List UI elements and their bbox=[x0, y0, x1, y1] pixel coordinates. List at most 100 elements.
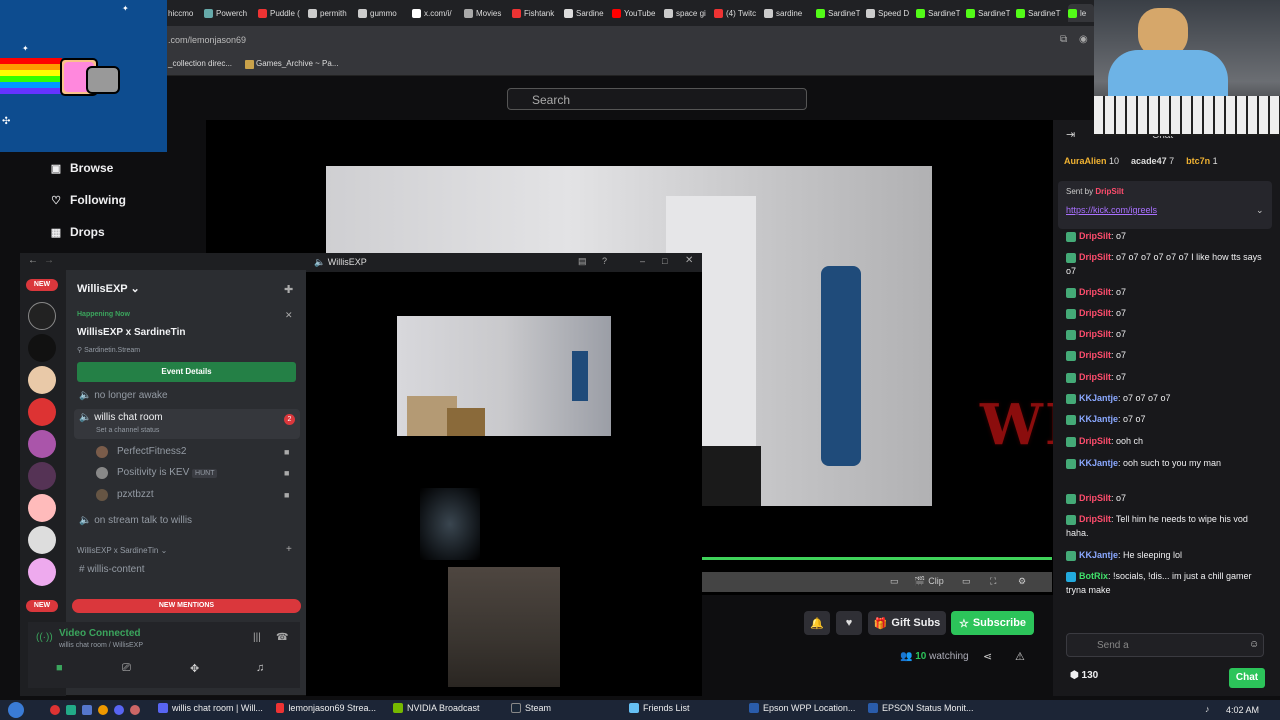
taskbar-item[interactable]: EPSON Status Monit... bbox=[868, 703, 980, 713]
gift-subs-button[interactable]: 🎁 Gift Subs bbox=[868, 611, 946, 635]
server-icon[interactable] bbox=[28, 334, 56, 362]
chat-user[interactable]: DripSilt bbox=[1079, 287, 1111, 297]
screenshot-icon[interactable]: ◉ bbox=[1079, 34, 1088, 45]
browser-tab[interactable]: Speed D bbox=[866, 4, 912, 22]
activities-icon[interactable]: ✥ bbox=[190, 662, 199, 675]
channel-points[interactable]: ⬢ 130 bbox=[1070, 670, 1098, 681]
nav-following[interactable]: ♡ Following bbox=[50, 193, 126, 207]
taskbar-item[interactable]: NVIDIA Broadcast bbox=[393, 703, 493, 713]
disconnect-icon[interactable]: ☎ bbox=[276, 632, 288, 643]
bookmark[interactable]: _collection direc... bbox=[168, 59, 232, 68]
chevron-down-icon[interactable]: ⌄ bbox=[1256, 205, 1264, 216]
participant-camera[interactable] bbox=[397, 316, 611, 436]
back-icon[interactable]: ← bbox=[28, 255, 38, 266]
server-icon[interactable] bbox=[28, 366, 56, 394]
new-mentions-bar[interactable]: NEW MENTIONS bbox=[72, 599, 301, 613]
inbox-icon[interactable]: ▤ bbox=[578, 256, 587, 267]
taskbar-item[interactable]: Friends List bbox=[629, 703, 729, 713]
channel-status[interactable]: Set a channel status bbox=[96, 427, 159, 434]
voice-member[interactable]: PerfectFitness2 bbox=[96, 446, 186, 458]
server-icon[interactable] bbox=[28, 558, 56, 586]
chat-user[interactable]: DripSilt bbox=[1079, 231, 1111, 241]
text-channel[interactable]: # willis-content bbox=[79, 564, 145, 575]
gifter[interactable]: btc7n 1 bbox=[1186, 156, 1218, 166]
chat-user[interactable]: KKJantje bbox=[1079, 393, 1118, 403]
browser-tab[interactable]: sardine bbox=[764, 4, 808, 22]
emote-picker-icon[interactable]: ☺ bbox=[1249, 639, 1259, 650]
notifications-button[interactable]: 🔔 bbox=[804, 611, 830, 635]
browser-tab[interactable]: Movies bbox=[464, 4, 508, 22]
nav-browse[interactable]: ▣ Browse bbox=[50, 161, 114, 175]
voice-channel[interactable]: 🔈 willis chat room bbox=[79, 412, 163, 423]
app-icon[interactable] bbox=[50, 705, 60, 715]
browser-tab[interactable]: YouTube bbox=[612, 4, 658, 22]
chat-user[interactable]: DripSilt bbox=[1079, 436, 1111, 446]
app-icon[interactable] bbox=[82, 705, 92, 715]
browser-tab[interactable]: SardineT bbox=[966, 4, 1010, 22]
chat-user[interactable]: DripSilt bbox=[1079, 514, 1111, 524]
soundboard-icon[interactable]: ♫ bbox=[256, 662, 264, 674]
browser-tab[interactable]: space gi bbox=[664, 4, 706, 22]
chat-input[interactable]: Send a ☺ bbox=[1066, 633, 1264, 657]
add-channel-icon[interactable]: + bbox=[286, 544, 292, 555]
maximize-icon[interactable]: □ bbox=[662, 256, 667, 266]
browser-tab[interactable]: (4) Twitc bbox=[714, 4, 760, 22]
minimize-icon[interactable]: – bbox=[640, 256, 645, 266]
app-icon[interactable] bbox=[98, 705, 108, 715]
taskbar-item[interactable]: Steam bbox=[511, 703, 611, 713]
settings-gear-icon[interactable]: ⚙ bbox=[1018, 576, 1026, 587]
browser-tab[interactable]: SardineT bbox=[1016, 4, 1064, 22]
browser-tab[interactable]: Sardine bbox=[564, 4, 608, 22]
follow-button[interactable]: ♥ bbox=[836, 611, 862, 635]
chat-user[interactable]: BotRix bbox=[1079, 571, 1108, 581]
theatre-icon[interactable]: ▭ bbox=[890, 576, 899, 587]
search-input[interactable]: Search bbox=[507, 88, 807, 110]
add-member-icon[interactable]: ✚ bbox=[284, 283, 293, 296]
gifter[interactable]: acade47 7 bbox=[1131, 156, 1174, 166]
participant-camera[interactable] bbox=[420, 488, 480, 560]
help-icon[interactable]: ? bbox=[602, 256, 607, 266]
browser-tab[interactable]: SardineT bbox=[916, 4, 960, 22]
voice-member[interactable]: pzxtbzzt bbox=[96, 489, 154, 501]
voice-channel[interactable]: 🔈 on stream talk to willis bbox=[79, 515, 192, 526]
video-connected-label[interactable]: Video Connected bbox=[59, 628, 141, 639]
fullscreen-icon[interactable]: ⛶ bbox=[990, 576, 996, 587]
forward-icon[interactable]: → bbox=[44, 255, 54, 266]
volume-icon[interactable]: ♪ bbox=[1205, 704, 1210, 714]
address-text[interactable]: .com/lemonjason69 bbox=[168, 35, 246, 45]
start-button-icon[interactable] bbox=[8, 702, 24, 718]
report-icon[interactable]: ⚠ bbox=[1015, 650, 1025, 663]
browser-tab[interactable]: permith bbox=[308, 4, 354, 22]
chat-user[interactable]: DripSilt bbox=[1079, 350, 1111, 360]
share-icon[interactable]: ⧉ bbox=[1060, 34, 1067, 45]
nav-drops[interactable]: ▦ Drops bbox=[50, 225, 105, 239]
chat-send-button[interactable]: Chat bbox=[1229, 668, 1265, 688]
browser-tab-active[interactable]: le bbox=[1068, 4, 1094, 22]
subscribe-button[interactable]: ☆ Subscribe bbox=[951, 611, 1034, 635]
event-details-button[interactable]: Event Details bbox=[77, 362, 296, 382]
browser-tab[interactable]: SardineT bbox=[816, 4, 860, 22]
voice-channel[interactable]: 🔈 no longer awake bbox=[79, 390, 168, 401]
chat-user[interactable]: DripSilt bbox=[1079, 493, 1111, 503]
app-icon[interactable] bbox=[66, 705, 76, 715]
clip-button[interactable]: 🎬 Clip bbox=[914, 576, 944, 587]
chat-user[interactable]: KKJantje bbox=[1079, 458, 1118, 468]
gifter[interactable]: AuraAlien 10 bbox=[1064, 156, 1119, 166]
bookmark[interactable]: Games_Archive ~ Pa... bbox=[256, 59, 338, 68]
progress-bar[interactable] bbox=[702, 557, 1052, 560]
taskbar-item[interactable]: Epson WPP Location... bbox=[749, 703, 861, 713]
server-name[interactable]: WillisEXP ⌄ bbox=[77, 282, 140, 295]
miniplayer-icon[interactable]: ▭ bbox=[962, 576, 971, 587]
participant-camera[interactable] bbox=[448, 567, 560, 687]
address-bar[interactable]: .com/lemonjason69 ⧉ ◉ bbox=[0, 26, 1280, 54]
browser-tab[interactable]: hiccmo bbox=[168, 4, 200, 22]
browser-tab[interactable]: Powerch bbox=[204, 4, 254, 22]
taskbar-item[interactable]: lemonjason69 Strea... bbox=[276, 703, 376, 713]
chat-user[interactable]: DripSilt bbox=[1079, 252, 1111, 262]
server-icon[interactable] bbox=[28, 526, 56, 554]
chat-user[interactable]: DripSilt bbox=[1079, 372, 1111, 382]
collapse-chat-icon[interactable]: ⇥ bbox=[1066, 128, 1075, 141]
close-icon[interactable]: ✕ bbox=[285, 310, 293, 321]
noise-suppression-icon[interactable]: ||| bbox=[253, 632, 261, 643]
taskbar-item[interactable]: willis chat room | Will... bbox=[158, 703, 263, 713]
